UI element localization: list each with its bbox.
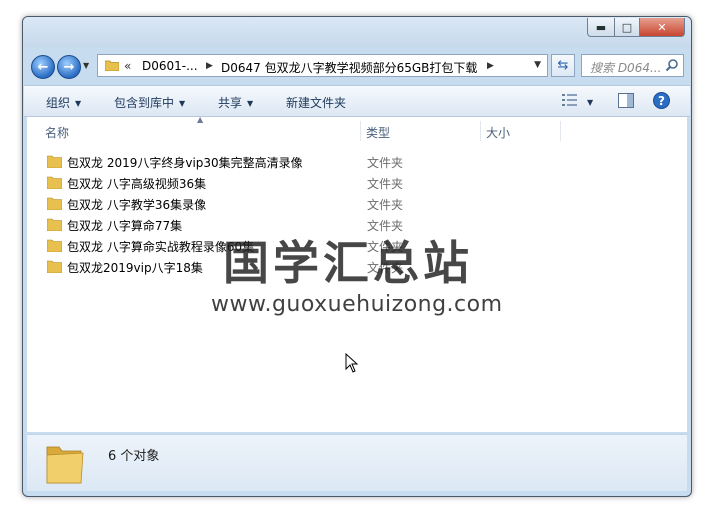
help-icon[interactable]: ? bbox=[653, 92, 670, 109]
breadcrumb-segment[interactable]: D0647 包双龙八字教学视频部分65GB打包下载 bbox=[221, 59, 477, 76]
address-bar[interactable]: « D0601-... ▶ D0647 包双龙八字教学视频部分65GB打包下载 … bbox=[97, 54, 548, 77]
root-chevron[interactable]: « bbox=[124, 59, 131, 73]
explorer-window: ▬ □ ✕ ← → ▼ « D0601-... ▶ D0647 包双龙八字教学视… bbox=[22, 16, 692, 497]
column-headers: ▲ 名称 类型 大小 bbox=[27, 115, 687, 143]
minimize-button[interactable]: ▬ bbox=[587, 18, 615, 37]
column-header-name[interactable]: 名称 bbox=[45, 124, 69, 141]
search-icon[interactable] bbox=[665, 58, 679, 72]
close-icon: ✕ bbox=[657, 20, 667, 34]
window-controls: ▬ □ ✕ bbox=[587, 18, 685, 37]
column-divider[interactable] bbox=[560, 121, 561, 141]
sort-ascending-icon: ▲ bbox=[197, 115, 204, 124]
chevron-down-icon: ▼ bbox=[179, 99, 186, 108]
new-folder-label: 新建文件夹 bbox=[286, 96, 347, 110]
view-dropdown-icon[interactable]: ▼ bbox=[587, 95, 593, 109]
svg-text:?: ? bbox=[658, 94, 665, 108]
view-options-icon[interactable] bbox=[562, 93, 578, 107]
recent-pages-dropdown-icon[interactable]: ▼ bbox=[83, 61, 89, 70]
organize-label: 组织 bbox=[46, 96, 71, 110]
share-button[interactable]: 共享 ▼ bbox=[218, 94, 253, 111]
column-divider[interactable] bbox=[360, 121, 361, 141]
minimize-icon: ▬ bbox=[595, 20, 607, 34]
breadcrumb-chevron-icon[interactable]: ▶ bbox=[487, 61, 494, 71]
folder-icon bbox=[47, 155, 62, 168]
file-type: 文件夹 bbox=[367, 198, 404, 212]
watermark-title: 国学汇总站 bbox=[223, 236, 473, 290]
file-name: 包双龙 八字教学36集录像 bbox=[67, 198, 207, 212]
folder-icon bbox=[105, 60, 119, 71]
folder-icon bbox=[47, 176, 62, 189]
file-row[interactable]: 包双龙 2019八字终身vip30集完整高清录像 文件夹 bbox=[27, 151, 687, 172]
file-row[interactable]: 包双龙 八字教学36集录像 文件夹 bbox=[27, 193, 687, 214]
column-header-size[interactable]: 大小 bbox=[486, 124, 510, 141]
back-button[interactable]: ← bbox=[31, 55, 55, 79]
folder-icon bbox=[47, 218, 62, 231]
share-label: 共享 bbox=[218, 96, 243, 110]
forward-button[interactable]: → bbox=[57, 55, 81, 79]
item-count: 6 个对象 bbox=[108, 449, 160, 464]
breadcrumb-segment[interactable]: D0601-... bbox=[142, 59, 198, 73]
maximize-icon: □ bbox=[621, 20, 633, 34]
back-arrow-icon: ← bbox=[37, 59, 49, 75]
breadcrumb-chevron-icon[interactable]: ▶ bbox=[206, 61, 213, 71]
close-button[interactable]: ✕ bbox=[640, 18, 685, 37]
file-type: 文件夹 bbox=[367, 177, 404, 191]
include-in-library-button[interactable]: 包含到库中 ▼ bbox=[114, 94, 185, 111]
chevron-down-icon: ▼ bbox=[247, 99, 254, 108]
folder-icon bbox=[47, 197, 62, 210]
folder-icon bbox=[47, 239, 62, 252]
command-bar: 组织 ▼ 包含到库中 ▼ 共享 ▼ 新建文件夹 ▼ ? bbox=[24, 85, 690, 117]
folder-icon bbox=[46, 446, 84, 484]
title-bar: ▬ □ ✕ bbox=[23, 17, 691, 47]
file-name: 包双龙 八字算命77集 bbox=[67, 219, 183, 233]
file-row[interactable]: 包双龙 八字高级视频36集 文件夹 bbox=[27, 172, 687, 193]
address-row: ← → ▼ « D0601-... ▶ D0647 包双龙八字教学视频部分65G… bbox=[23, 47, 691, 83]
preview-pane-icon[interactable] bbox=[618, 93, 634, 108]
maximize-button[interactable]: □ bbox=[615, 18, 640, 37]
search-input[interactable]: 搜索 D064... bbox=[581, 54, 684, 77]
organize-button[interactable]: 组织 ▼ bbox=[46, 94, 81, 111]
forward-arrow-icon: → bbox=[63, 59, 75, 75]
details-pane: 6 个对象 bbox=[27, 434, 687, 491]
file-name: 包双龙2019vip八字18集 bbox=[67, 261, 203, 275]
chevron-down-icon: ▼ bbox=[75, 99, 82, 108]
folder-icon bbox=[47, 260, 62, 273]
address-dropdown-icon[interactable]: ▼ bbox=[534, 60, 541, 70]
file-list[interactable]: ▲ 名称 类型 大小 包双龙 2019八字终身vip30集完整高清录像 文件夹 … bbox=[27, 115, 687, 432]
column-divider[interactable] bbox=[480, 121, 481, 141]
mouse-cursor-icon bbox=[345, 353, 359, 373]
watermark-url: www.guoxuehuizong.com bbox=[211, 292, 503, 317]
file-type: 文件夹 bbox=[367, 156, 404, 170]
file-name: 包双龙 2019八字终身vip30集完整高清录像 bbox=[67, 156, 303, 170]
new-folder-button[interactable]: 新建文件夹 bbox=[286, 94, 346, 111]
include-in-library-label: 包含到库中 bbox=[114, 96, 175, 110]
refresh-icon: ⇆ bbox=[557, 58, 569, 73]
refresh-button[interactable]: ⇆ bbox=[551, 54, 575, 77]
column-header-type[interactable]: 类型 bbox=[366, 124, 390, 141]
file-name: 包双龙 八字高级视频36集 bbox=[67, 177, 207, 191]
search-placeholder: 搜索 D064... bbox=[590, 61, 662, 75]
